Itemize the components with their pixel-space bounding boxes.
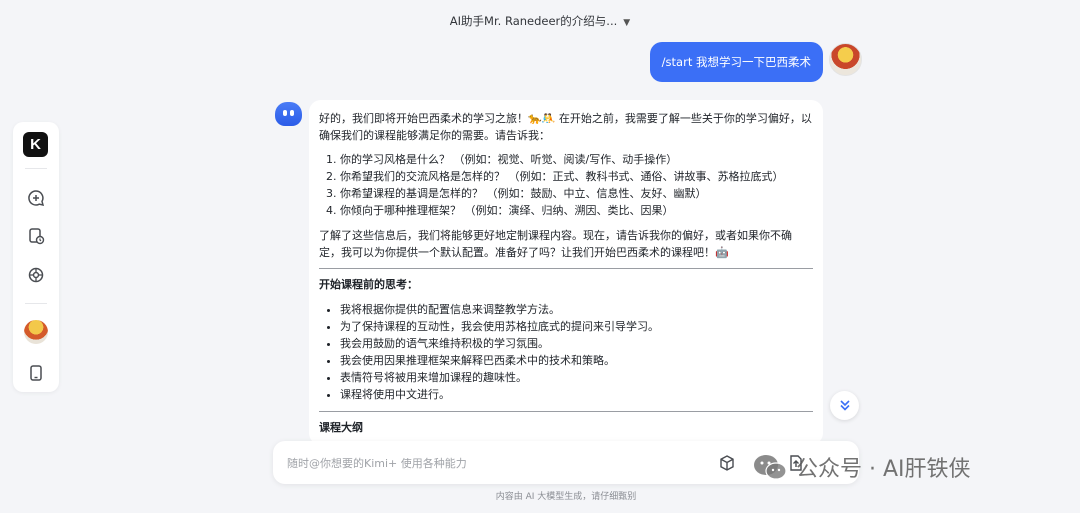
conversation-title-text: AI助手Mr. Ranedeer的介绍与... <box>449 14 618 28</box>
sidebar: K <box>13 122 59 392</box>
watermark-text: 公众号 · AI肝铁侠 <box>796 457 971 482</box>
list-item: 为了保持课程的互动性，我会使用苏格拉底式的提问来引导学习。 <box>340 318 813 335</box>
list-item: 你希望课程的基调是怎样的？ （例如：鼓励、中立、信息性、友好、幽默） <box>340 185 813 202</box>
kimi-plus-icon[interactable] <box>26 265 46 285</box>
list-item: 课程将使用中文进行。 <box>340 386 813 403</box>
list-item: 你倾向于哪种推理框架？ （例如：演绎、归纳、溯因、类比、因果） <box>340 202 813 219</box>
list-item: 表情符号将被用来增加课程的趣味性。 <box>340 369 813 386</box>
kimi-plus-cube-icon[interactable] <box>717 453 737 473</box>
kimi-logo[interactable]: K <box>23 132 48 157</box>
section-heading: 开始课程前的思考： <box>319 278 418 291</box>
wechat-logo-icon <box>754 455 787 480</box>
sidebar-divider <box>25 303 47 304</box>
conversation-title[interactable]: AI助手Mr. Ranedeer的介绍与... ▼ <box>0 13 1080 29</box>
list-item: 你希望我们的交流风格是怎样的？ （例如：正式、教科书式、通俗、讲故事、苏格拉底式… <box>340 168 813 185</box>
thought-list: 我将根据你提供的配置信息来调整教学方法。 为了保持课程的互动性，我会使用苏格拉底… <box>319 301 813 403</box>
list-item: 我会用鼓励的语气来维持积极的学习氛围。 <box>340 335 813 352</box>
bot-eye <box>290 110 294 116</box>
section-heading: 课程大纲 <box>319 421 363 434</box>
assistant-message: 好的，我们即将开始巴西柔术的学习之旅！🐆🤼 在开始之前，我需要了解一些关于你的学… <box>309 100 823 445</box>
divider <box>319 268 813 269</box>
mobile-app-icon[interactable] <box>26 363 46 383</box>
scroll-to-bottom-button[interactable] <box>830 391 859 420</box>
divider <box>319 411 813 412</box>
kimi-bot-avatar <box>275 102 302 126</box>
user-message-bubble: /start 我想学习一下巴西柔术 <box>649 42 823 82</box>
chevron-down-icon: ▼ <box>623 18 631 28</box>
message-followup: 了解了这些信息后，我们将能够更好地定制课程内容。现在，请告诉我你的偏好，或者如果… <box>319 229 792 259</box>
wechat-watermark: 公众号 · AI肝铁侠 <box>752 451 971 487</box>
sidebar-divider <box>25 168 47 169</box>
double-chevron-down-icon <box>839 400 850 411</box>
message-intro: 好的，我们即将开始巴西柔术的学习之旅！🐆🤼 在开始之前，我需要了解一些关于你的学… <box>319 112 812 142</box>
list-item: 我将根据你提供的配置信息来调整教学方法。 <box>340 301 813 318</box>
chat-input[interactable] <box>285 453 669 474</box>
bot-eye <box>283 110 287 116</box>
preference-questions: 你的学习风格是什么？ （例如：视觉、听觉、阅读/写作、动手操作） 你希望我们的交… <box>319 151 813 219</box>
new-chat-icon[interactable] <box>26 188 46 208</box>
list-item: 我会使用因果推理框架来解释巴西柔术中的技术和策略。 <box>340 352 813 369</box>
user-message-text: /start 我想学习一下巴西柔术 <box>661 55 811 69</box>
ai-disclaimer: 内容由 AI 大模型生成，请仔细甄别 <box>495 492 637 502</box>
history-icon[interactable] <box>26 226 46 246</box>
user-avatar <box>829 43 862 76</box>
user-avatar[interactable] <box>24 320 48 344</box>
list-item: 你的学习风格是什么？ （例如：视觉、听觉、阅读/写作、动手操作） <box>340 151 813 168</box>
